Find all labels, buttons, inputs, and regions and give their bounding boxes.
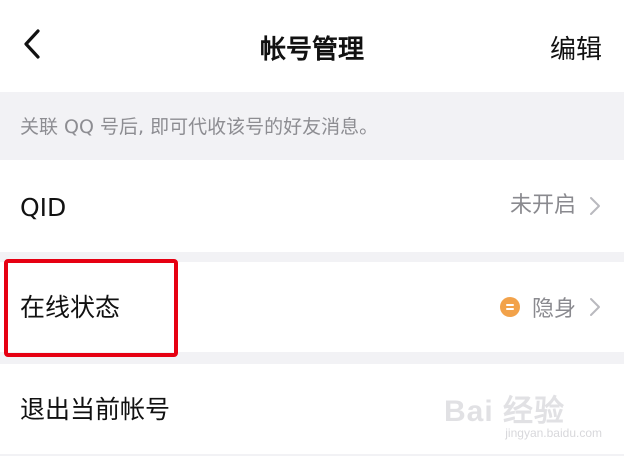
hint-text: 关联 QQ 号后, 即可代收该号的好友消息。 [20,116,379,138]
invisible-status-icon [499,297,520,317]
page-title: 帐号管理 [259,35,364,65]
qid-row[interactable]: QID 未开启 [0,160,624,252]
chevron-right-icon [584,296,606,318]
logout-row[interactable]: 退出当前帐号 [0,364,624,454]
online-status-value: 隐身 [531,297,576,322]
qid-label: QID [20,193,67,222]
qid-right: 未开启 [510,160,606,252]
edit-button[interactable]: 编辑 [550,0,602,92]
hint-bar: 关联 QQ 号后, 即可代收该号的好友消息。 [0,92,624,160]
qid-value: 未开启 [509,193,576,218]
online-status-right: 隐身 [499,262,606,352]
nav-bar: 帐号管理 编辑 [0,0,624,92]
logout-label: 退出当前帐号 [20,395,171,424]
chevron-right-icon [584,195,606,217]
online-status-row[interactable]: 在线状态 隐身 [0,262,624,352]
online-status-label: 在线状态 [20,293,121,322]
